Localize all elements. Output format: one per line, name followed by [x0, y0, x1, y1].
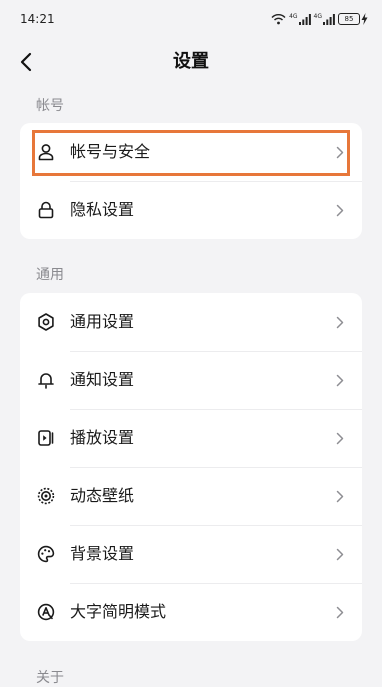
chevron-right-icon — [334, 605, 346, 619]
battery-level: 85 — [338, 13, 360, 25]
section-label-account: 帐号 — [36, 98, 64, 114]
settings-item-general[interactable]: 通用设置 — [20, 293, 362, 351]
signal-icon: 4G — [313, 12, 335, 25]
large-font-icon — [36, 602, 56, 622]
chevron-right-icon — [334, 315, 346, 329]
signal-network-label: 4G — [289, 12, 298, 20]
chevron-right-icon — [334, 203, 346, 217]
chevron-right-icon — [334, 547, 346, 561]
status-bar: 14:21 4G 4G 85 — [0, 0, 382, 38]
settings-item-label: 播放设置 — [70, 428, 135, 447]
section-label-about: 关于 — [36, 670, 64, 686]
settings-item-label: 通知设置 — [70, 370, 135, 389]
settings-item-label: 背景设置 — [70, 544, 135, 563]
status-icons: 4G 4G 85 — [271, 13, 368, 25]
settings-item-label: 帐号与安全 — [70, 142, 151, 161]
charging-icon — [361, 13, 368, 25]
chevron-right-icon — [334, 431, 346, 445]
dynamic-wallpaper-icon — [36, 486, 56, 506]
settings-item-label: 隐私设置 — [70, 200, 135, 219]
settings-item-notifications[interactable]: 通知设置 — [20, 351, 362, 409]
account-settings-card: 帐号与安全 隐私设置 — [20, 123, 362, 239]
settings-item-background[interactable]: 背景设置 — [20, 525, 362, 583]
settings-item-large-font-mode[interactable]: 大字简明模式 — [20, 583, 362, 641]
settings-item-privacy[interactable]: 隐私设置 — [20, 181, 362, 239]
settings-item-label: 通用设置 — [70, 312, 135, 331]
settings-item-label: 动态壁纸 — [70, 486, 135, 505]
section-label-general: 通用 — [36, 267, 64, 283]
general-settings-card: 通用设置 通知设置 播放设置 动态壁纸 背景设置 大字简明模式 — [20, 293, 362, 641]
status-time: 14:21 — [20, 12, 55, 26]
lock-icon — [36, 200, 56, 220]
settings-item-account-security[interactable]: 帐号与安全 — [20, 123, 362, 181]
wifi-icon — [271, 13, 286, 25]
person-icon — [36, 142, 56, 162]
settings-item-label: 大字简明模式 — [70, 602, 167, 621]
chevron-right-icon — [334, 145, 346, 159]
settings-item-dynamic-wallpaper[interactable]: 动态壁纸 — [20, 467, 362, 525]
bell-icon — [36, 370, 56, 390]
play-settings-icon — [36, 428, 56, 448]
signal-icon: 4G — [289, 12, 311, 25]
gear-icon — [36, 312, 56, 332]
chevron-right-icon — [334, 373, 346, 387]
settings-item-playback[interactable]: 播放设置 — [20, 409, 362, 467]
signal-network-label: 4G — [313, 12, 322, 20]
palette-icon — [36, 544, 56, 564]
page-title: 设置 — [173, 51, 209, 72]
navigation-bar: 设置 — [0, 38, 382, 86]
chevron-right-icon — [334, 489, 346, 503]
battery-icon: 85 — [338, 13, 368, 25]
back-button[interactable] — [10, 46, 42, 78]
chevron-left-icon — [20, 52, 32, 72]
